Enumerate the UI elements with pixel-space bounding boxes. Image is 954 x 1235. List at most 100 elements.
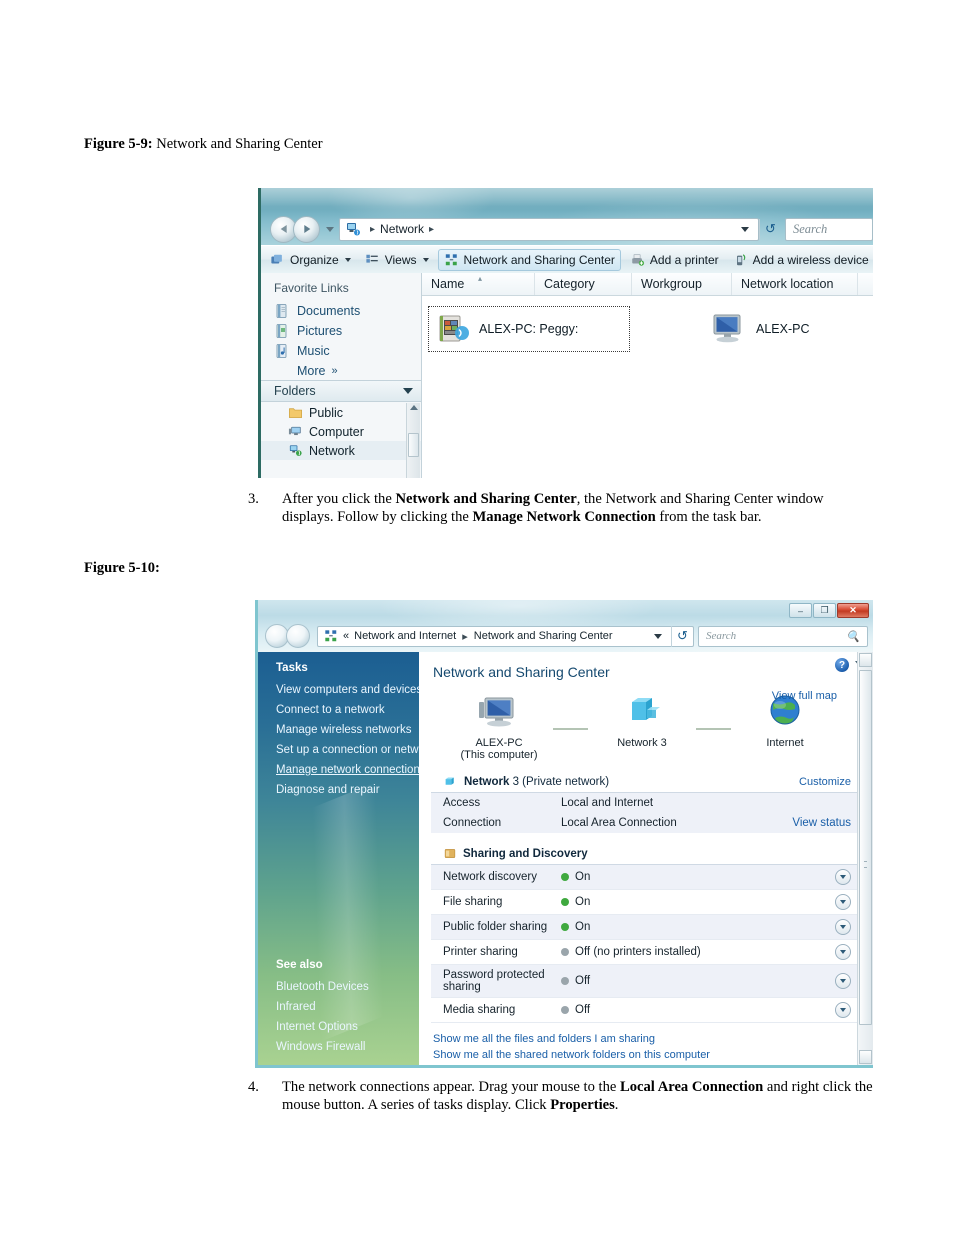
- address-bar[interactable]: ▸ Network ▸: [339, 217, 759, 241]
- forward-button[interactable]: [293, 215, 320, 243]
- map-node-internet[interactable]: Internet: [731, 694, 839, 749]
- scroll-down-button[interactable]: [859, 1050, 872, 1064]
- add-a-printer-button[interactable]: Add a printer: [625, 249, 724, 270]
- breadcrumb-separator-2[interactable]: ▸: [429, 224, 434, 235]
- chevron-down-icon: [403, 388, 413, 394]
- task-connect-to-a-network[interactable]: Connect to a network: [258, 700, 419, 720]
- window1-navigation-bar: ▸ Network ▸ ↺ Search: [261, 214, 873, 244]
- breadcrumb-network-and-sharing-center[interactable]: Network and Sharing Center: [474, 630, 613, 642]
- sidebar-item-documents[interactable]: Documents: [261, 301, 421, 321]
- address-dropdown-icon[interactable]: [654, 633, 662, 639]
- minimize-button[interactable]: –: [789, 603, 812, 618]
- scrollbar-thumb[interactable]: [859, 670, 872, 1025]
- forward-button[interactable]: [286, 624, 310, 648]
- organize-button[interactable]: Organize: [265, 249, 356, 270]
- maximize-button[interactable]: ❐: [813, 603, 836, 618]
- refresh-icon[interactable]: ↺: [671, 625, 693, 647]
- step-4: 4. The network connections appear. Drag …: [248, 1079, 876, 1114]
- sidebar-item-more[interactable]: More »: [261, 361, 421, 381]
- window2-body: Tasks View computers and devices Connect…: [258, 652, 873, 1065]
- network-section-header: Network 3 (Private network) Customize: [431, 771, 861, 793]
- tree-scrollbar[interactable]: [406, 403, 420, 478]
- media-device-icon: [439, 315, 469, 342]
- expand-button[interactable]: [835, 919, 851, 935]
- scrollbar-thumb[interactable]: [408, 433, 419, 457]
- tree-item-public[interactable]: Public: [261, 403, 421, 422]
- scrollbar-grip-icon: [864, 861, 867, 868]
- tree-item-computer[interactable]: Computer: [261, 422, 421, 441]
- map-link-1: [553, 728, 588, 730]
- see-also-bluetooth-devices[interactable]: Bluetooth Devices: [258, 977, 419, 997]
- views-button[interactable]: Views: [360, 249, 434, 270]
- customize-link[interactable]: Customize: [799, 776, 851, 788]
- address-bar[interactable]: « Network and Internet ▸ Network and Sha…: [317, 625, 694, 647]
- list-item[interactable]: ALEX-PC: Peggy:: [428, 306, 630, 352]
- see-also-section: See also Bluetooth Devices Infrared Inte…: [258, 959, 419, 1057]
- see-also-windows-firewall[interactable]: Windows Firewall: [258, 1037, 419, 1057]
- network-small-icon: [445, 777, 454, 785]
- column-header-network-location[interactable]: Network location: [732, 273, 858, 295]
- breadcrumb-network[interactable]: Network: [380, 222, 424, 236]
- task-set-up-a-connection-or-network[interactable]: Set up a connection or network: [258, 740, 419, 760]
- recent-pages-caret-icon[interactable]: [326, 226, 334, 232]
- search-input[interactable]: Search 🔍: [698, 625, 868, 647]
- expand-button[interactable]: [835, 894, 851, 910]
- task-diagnose-and-repair[interactable]: Diagnose and repair: [258, 780, 419, 800]
- column-header-category[interactable]: Category: [535, 273, 632, 295]
- status-dot-on: [561, 873, 569, 881]
- content-scrollbar[interactable]: [857, 652, 873, 1065]
- step-3-number: 3.: [248, 491, 259, 507]
- bottom-links: Show me all the files and folders I am s…: [419, 1023, 873, 1063]
- sharing-row-printer-sharing: Printer sharing Off (no printers install…: [431, 940, 861, 965]
- scroll-up-button[interactable]: [859, 653, 872, 667]
- step-4-bold2: Properties: [550, 1096, 615, 1113]
- view-status-link[interactable]: View status: [792, 817, 851, 829]
- task-manage-network-connections[interactable]: Manage network connections: [258, 760, 419, 780]
- back-chevrons-icon[interactable]: «: [343, 630, 349, 642]
- address-dropdown-icon[interactable]: [741, 226, 749, 232]
- see-also-infrared[interactable]: Infrared: [258, 997, 419, 1017]
- expand-button[interactable]: [835, 973, 851, 989]
- list-item-label: ALEX-PC: [756, 322, 810, 336]
- map-node-network[interactable]: Network 3: [588, 694, 696, 749]
- scroll-up-icon[interactable]: [410, 405, 418, 410]
- map-node-computer[interactable]: ALEX-PC (This computer): [445, 694, 553, 761]
- expand-button[interactable]: [835, 944, 851, 960]
- folders-header[interactable]: Folders: [261, 380, 421, 402]
- network-icon: [289, 445, 302, 456]
- favorite-links-header: Favorite Links: [274, 281, 349, 295]
- sharing-row-state: On: [575, 871, 591, 883]
- view-full-map-link[interactable]: View full map: [772, 690, 837, 702]
- step-3-part1: After you click the: [282, 491, 396, 507]
- list-item[interactable]: ALEX-PC: [700, 306, 822, 352]
- network-and-sharing-center-window[interactable]: – ❐ ✕ « Network and Internet ▸ Network a…: [255, 600, 873, 1068]
- expand-button[interactable]: [835, 1002, 851, 1018]
- column-header-name[interactable]: ▴ Name: [422, 273, 535, 295]
- network-and-sharing-center-button[interactable]: Network and Sharing Center: [437, 248, 621, 271]
- help-icon[interactable]: ?: [835, 658, 849, 672]
- expand-button[interactable]: [835, 869, 851, 885]
- see-also-internet-options[interactable]: Internet Options: [258, 1017, 419, 1037]
- tree-item-network[interactable]: Network: [261, 441, 421, 460]
- documents-icon: [276, 304, 287, 318]
- network-folder-window[interactable]: ▸ Network ▸ ↺ Search Organize Views Netw…: [258, 188, 873, 478]
- close-button[interactable]: ✕: [837, 603, 869, 618]
- task-manage-wireless-networks[interactable]: Manage wireless networks: [258, 720, 419, 740]
- sidebar-item-music[interactable]: Music: [261, 341, 421, 361]
- task-view-computers-and-devices[interactable]: View computers and devices: [258, 680, 419, 700]
- show-shared-network-folders-link[interactable]: Show me all the shared network folders o…: [433, 1047, 873, 1063]
- show-files-and-folders-link[interactable]: Show me all the files and folders I am s…: [433, 1031, 873, 1047]
- sidebar-label-pictures: Pictures: [297, 324, 343, 338]
- sidebar-item-pictures[interactable]: Pictures: [261, 321, 421, 341]
- add-a-wireless-device-button[interactable]: Add a wireless device: [728, 249, 873, 270]
- step-4-number: 4.: [248, 1079, 259, 1095]
- sidebar-label-more: More: [297, 364, 326, 378]
- list-item-label: ALEX-PC: Peggy:: [479, 322, 579, 336]
- sharing-row-state: Off (no printers installed): [575, 946, 701, 958]
- refresh-icon[interactable]: ↺: [759, 218, 781, 240]
- step-4-text: The network connections appear. Drag you…: [282, 1079, 876, 1114]
- search-input[interactable]: Search: [785, 217, 873, 241]
- column-header-workgroup[interactable]: Workgroup: [632, 273, 732, 295]
- folder-icon: [289, 408, 302, 418]
- breadcrumb-network-and-internet[interactable]: Network and Internet: [354, 630, 456, 642]
